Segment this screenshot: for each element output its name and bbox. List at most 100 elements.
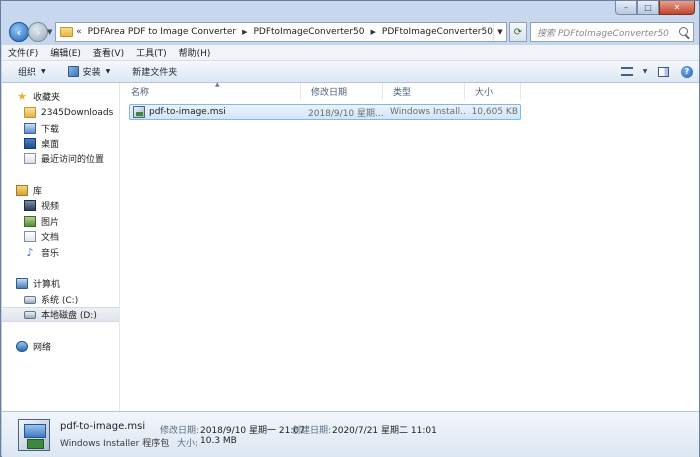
file-row[interactable]: pdf-to-image.msi 2018/9/10 星期... Windows… [129, 104, 521, 120]
column-headers: ▲ 名称 修改日期 类型 大小 [121, 81, 521, 100]
toolbar-right: ▼ ? [615, 61, 699, 82]
nav-item-label: 文档 [41, 233, 60, 243]
file-type: Windows Install... [390, 107, 466, 117]
nav-item-documents[interactable]: 文档 [2, 229, 119, 244]
nav-item-downloads[interactable]: 下载 [2, 121, 119, 136]
recent-places-icon [24, 153, 36, 164]
menu-file[interactable]: 文件(F) [2, 46, 44, 59]
column-header-size[interactable]: 大小 [465, 83, 521, 100]
column-header-label: 大小 [475, 88, 494, 98]
folder-icon [60, 27, 74, 37]
file-size: 10,605 KB [471, 107, 518, 117]
change-view-button[interactable] [615, 61, 639, 82]
help-icon: ? [681, 65, 693, 78]
minimize-button[interactable]: – [615, 1, 637, 15]
video-icon [24, 200, 36, 211]
breadcrumb-item[interactable]: PDFtoImageConverter50 [382, 27, 493, 37]
library-icon [16, 185, 28, 196]
nav-item-label: 系统 (C:) [41, 296, 79, 306]
star-icon: ★ [17, 90, 27, 103]
nav-item-label: 音乐 [41, 249, 60, 259]
folder-icon [24, 107, 36, 118]
column-header-name[interactable]: ▲ 名称 [121, 81, 301, 100]
breadcrumb-item[interactable]: PDFArea PDF to Image Converter [88, 27, 236, 37]
installer-icon [18, 419, 50, 451]
navigation-bar: ‹ › ▼ « PDFArea PDF to Image Converter ▶… [1, 19, 700, 45]
details-modified-value: 2018/9/10 星期一 21:07 [200, 426, 305, 436]
nav-item-label: 最近访问的位置 [41, 155, 105, 165]
explorer-window: – □ ✕ ‹ › ▼ « PDFArea PDF to Image Conve… [0, 0, 700, 457]
nav-libraries[interactable]: 库 [2, 183, 119, 198]
drive-icon [24, 310, 36, 319]
network-icon [16, 341, 28, 352]
menu-bar: 文件(F) 编辑(E) 查看(V) 工具(T) 帮助(H) [2, 45, 699, 61]
search-placeholder: 搜索 PDFtoImageConverter50 [537, 28, 669, 39]
nav-item-drive-d[interactable]: 本地磁盘 (D:) [2, 307, 119, 322]
address-dropdown-icon[interactable]: ▼ [492, 23, 506, 41]
nav-item-drive-c[interactable]: 系统 (C:) [2, 292, 119, 307]
search-input[interactable]: 搜索 PDFtoImageConverter50 [530, 22, 694, 42]
column-header-date[interactable]: 修改日期 [301, 83, 383, 100]
details-size-value: 10.3 MB [200, 436, 237, 446]
new-folder-label: 新建文件夹 [132, 68, 178, 78]
chevron-down-icon: ▼ [41, 68, 46, 75]
forward-button[interactable]: › [28, 22, 48, 42]
nav-computer[interactable]: 计算机 [2, 276, 119, 291]
preview-pane-button[interactable] [651, 61, 675, 82]
nav-item-label: 桌面 [41, 140, 60, 150]
breadcrumb-overflow[interactable]: « [76, 27, 82, 37]
refresh-button[interactable]: ⟳ [509, 22, 527, 42]
column-header-label: 修改日期 [311, 88, 348, 98]
downloads-icon [24, 123, 36, 134]
new-folder-button[interactable]: 新建文件夹 [118, 61, 185, 82]
recent-pages-dropdown[interactable]: ▼ [47, 28, 52, 36]
file-name-cell: pdf-to-image.msi [130, 106, 302, 118]
menu-help[interactable]: 帮助(H) [173, 46, 217, 59]
details-created-label: 创建日期: [292, 426, 332, 436]
nav-item-label: 下载 [41, 125, 60, 135]
back-button[interactable]: ‹ [9, 22, 29, 42]
search-icon[interactable] [679, 27, 688, 36]
nav-item-videos[interactable]: 视频 [2, 198, 119, 213]
nav-item-pictures[interactable]: 图片 [2, 214, 119, 229]
nav-item-label: 本地磁盘 (D:) [41, 311, 97, 321]
details-size-label: 大小: [177, 439, 199, 449]
close-button[interactable]: ✕ [659, 1, 695, 15]
nav-item-music[interactable]: ♪ 音乐 [2, 245, 119, 260]
drive-icon [24, 295, 36, 304]
menu-tools[interactable]: 工具(T) [130, 46, 173, 59]
file-name: pdf-to-image.msi [149, 107, 226, 117]
command-bar: 组织 ▼ 安装 ▼ 新建文件夹 ▼ ? [2, 61, 699, 83]
pictures-icon [24, 216, 36, 227]
nav-network[interactable]: 网络 [2, 339, 119, 354]
nav-favorites-label: 收藏夹 [33, 93, 61, 103]
details-file-type: Windows Installer 程序包 [60, 439, 170, 449]
details-modified-label: 修改日期: [160, 426, 200, 436]
organize-label: 组织 [18, 68, 37, 78]
nav-item-desktop[interactable]: 桌面 [2, 136, 119, 151]
caption-buttons: – □ ✕ [615, 1, 695, 15]
install-button[interactable]: 安装 ▼ [54, 61, 119, 82]
column-header-type[interactable]: 类型 [383, 83, 465, 100]
breadcrumb-item[interactable]: PDFtoImageConverter50 [253, 27, 364, 37]
menu-view[interactable]: 查看(V) [87, 46, 130, 59]
nav-item-2345downloads[interactable]: 2345Downloads [2, 105, 119, 120]
view-dropdown-button[interactable]: ▼ [639, 61, 651, 82]
nav-favorites[interactable]: ★ 收藏夹 [2, 89, 119, 104]
computer-icon [16, 278, 28, 289]
organize-button[interactable]: 组织 ▼ [2, 61, 54, 82]
address-bar[interactable]: « PDFArea PDF to Image Converter ▶ PDFto… [55, 22, 507, 42]
breadcrumb-separator-icon[interactable]: ▶ [242, 28, 247, 36]
maximize-button[interactable]: □ [637, 1, 659, 15]
column-header-label: 类型 [393, 88, 412, 98]
music-icon: ♪ [26, 246, 34, 259]
breadcrumb-separator-icon[interactable]: ▶ [371, 28, 376, 36]
column-header-label: 名称 [131, 88, 150, 98]
help-button[interactable]: ? [675, 61, 699, 82]
nav-item-recent-places[interactable]: 最近访问的位置 [2, 151, 119, 166]
menu-edit[interactable]: 编辑(E) [44, 46, 87, 59]
content-area: ★ 收藏夹 2345Downloads 下载 桌面 最近访问的位置 库 视频 图… [2, 81, 699, 411]
nav-libraries-label: 库 [33, 187, 43, 197]
nav-network-label: 网络 [33, 343, 52, 353]
install-label: 安装 [82, 68, 101, 78]
